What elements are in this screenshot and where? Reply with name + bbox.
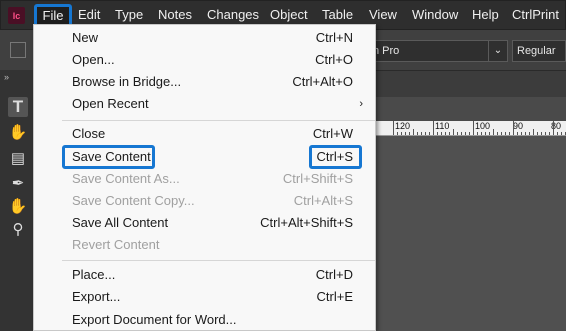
horizontal-ruler[interactable]: 120 110 100 90 80 (375, 121, 566, 136)
ruler-tick (437, 132, 438, 135)
ruler-label: 120 (395, 121, 411, 131)
menu-item-save-content-as[interactable]: Save Content As... Ctrl+Shift+S (34, 168, 375, 190)
ruler-tick (417, 132, 418, 135)
document-canvas[interactable] (375, 136, 566, 331)
save-shortcut-highlight (309, 145, 362, 169)
ruler-tick (453, 129, 454, 135)
ruler-tick (397, 132, 398, 135)
ruler-tick (521, 132, 522, 135)
type-tool-icon[interactable]: T (8, 97, 28, 117)
menu-item-close[interactable]: Close Ctrl+W (34, 123, 375, 145)
font-family-value: n Pro (373, 45, 400, 57)
menu-item-export[interactable]: Export... Ctrl+E (34, 286, 375, 308)
menu-item-browse-in-bridge[interactable]: Browse in Bridge... Ctrl+Alt+O (34, 71, 375, 93)
ruler-tick (445, 132, 446, 135)
ruler-tick (469, 132, 470, 135)
save-content-highlight (62, 145, 155, 169)
file-menu-dropdown: New Ctrl+N Open... Ctrl+O Browse in Brid… (33, 24, 376, 331)
menu-window[interactable]: Window (412, 1, 458, 29)
menu-item-open[interactable]: Open... Ctrl+O (34, 49, 375, 71)
menu-separator (62, 260, 375, 261)
menu-item-save-all-content[interactable]: Save All Content Ctrl+Alt+Shift+S (34, 212, 375, 234)
eyedropper-icon[interactable]: ✒ (8, 174, 28, 194)
ruler-tick (481, 132, 482, 135)
ruler-tick (541, 132, 542, 135)
ruler-tick (449, 132, 450, 135)
menu-separator (62, 120, 375, 121)
menu-item-save-content-copy[interactable]: Save Content Copy... Ctrl+Alt+S (34, 190, 375, 212)
ruler-tick (489, 132, 490, 135)
ruler-tick (553, 121, 554, 135)
ruler-tick (401, 132, 402, 135)
ruler-tick (465, 132, 466, 135)
menu-ctrlprint[interactable]: CtrlPrint (512, 1, 559, 29)
ruler-tick (533, 129, 534, 135)
ruler-tick (441, 132, 442, 135)
position-tool-icon[interactable]: ✋ (8, 123, 28, 143)
ruler-tick (513, 121, 514, 135)
ruler-tick (525, 132, 526, 135)
collapse-icon[interactable]: » (4, 72, 9, 82)
ruler-tick (557, 132, 558, 135)
ruler-tick (393, 121, 394, 135)
ruler-tick (561, 132, 562, 135)
ruler-label: 90 (513, 121, 524, 131)
document-header (375, 97, 566, 121)
ruler-tick (405, 132, 406, 135)
ruler-tick (413, 129, 414, 135)
ruler-tick (425, 132, 426, 135)
ruler-tick (517, 132, 518, 135)
menu-item-export-document-for-word[interactable]: Export Document for Word... (34, 309, 375, 331)
ruler-tick (433, 121, 434, 135)
hand-icon[interactable]: ✋ (8, 197, 28, 217)
ruler-tick (529, 132, 530, 135)
app-icon: Ic (8, 7, 25, 24)
ruler-tick (549, 132, 550, 135)
menu-item-open-recent[interactable]: Open Recent › (34, 93, 375, 115)
control-bar-toggle[interactable] (10, 42, 26, 58)
ruler-tick (493, 129, 494, 135)
ruler-tick (509, 132, 510, 135)
ruler-tick (485, 132, 486, 135)
menu-help[interactable]: Help (472, 1, 499, 29)
zoom-icon[interactable]: ⚲ (8, 220, 28, 240)
font-family-select[interactable]: n Pro ⌄ (370, 40, 508, 62)
ruler-tick (501, 132, 502, 135)
menu-item-place[interactable]: Place... Ctrl+D (34, 264, 375, 286)
menu-item-new[interactable]: New Ctrl+N (34, 27, 375, 49)
ruler-tick (537, 132, 538, 135)
ruler-label: 100 (475, 121, 491, 131)
font-style-value: Regular (517, 45, 556, 57)
ruler-tick (421, 132, 422, 135)
chevron-right-icon: › (359, 98, 363, 110)
dropdown-chevron-icon[interactable]: ⌄ (488, 41, 507, 61)
ruler-tick (473, 121, 474, 135)
note-tool-icon[interactable]: ▤ (8, 149, 28, 169)
font-style-select[interactable]: Regular (512, 40, 566, 62)
ruler-tick (477, 132, 478, 135)
ruler-label: 110 (435, 121, 450, 131)
ruler-tick (409, 132, 410, 135)
ruler-tick (497, 132, 498, 135)
ruler-tick (461, 132, 462, 135)
ruler-tick (545, 132, 546, 135)
ruler-tick (429, 132, 430, 135)
menu-item-revert-content[interactable]: Revert Content (34, 234, 375, 256)
ruler-tick (457, 132, 458, 135)
ruler-tick (505, 132, 506, 135)
